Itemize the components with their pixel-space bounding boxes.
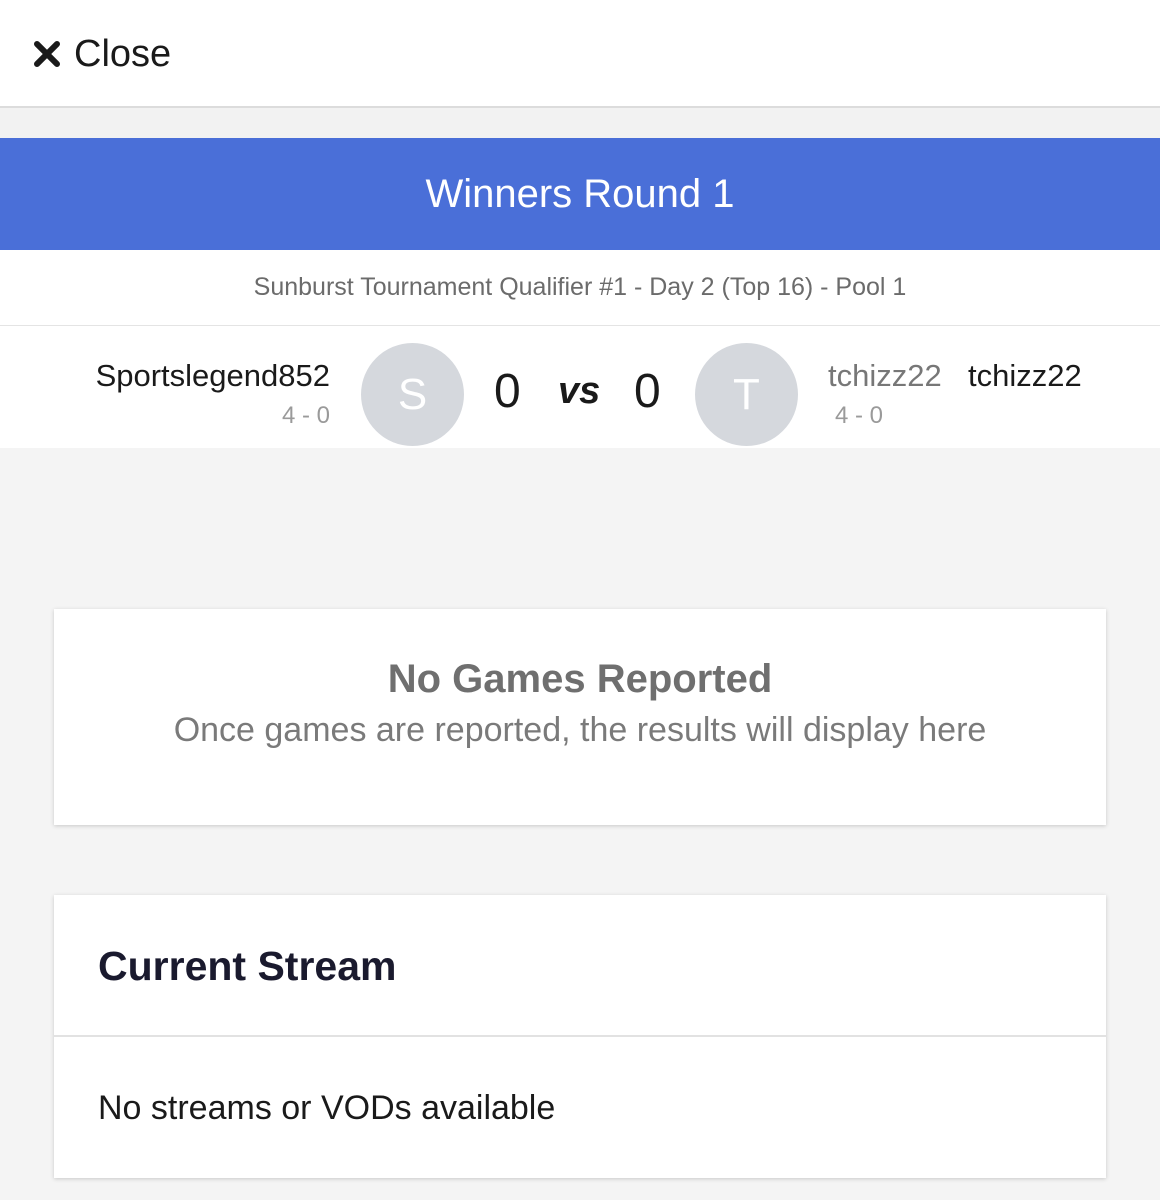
stream-empty-message: No streams or VODs available bbox=[98, 1089, 556, 1127]
stream-card: Current Stream No streams or VODs availa… bbox=[54, 895, 1106, 1178]
close-button[interactable]: Close bbox=[32, 30, 171, 78]
event-subtitle: Sunburst Tournament Qualifier #1 - Day 2… bbox=[253, 273, 907, 301]
player1-record: 4 - 0 bbox=[281, 402, 330, 429]
close-icon bbox=[34, 41, 60, 67]
stream-title: Current Stream bbox=[98, 943, 397, 989]
top-bar: Close bbox=[0, 0, 1160, 108]
player1-score: 0 bbox=[494, 365, 521, 418]
header-gap bbox=[0, 108, 1160, 138]
games-empty-title: No Games Reported bbox=[387, 657, 773, 701]
player1-avatar[interactable]: S bbox=[361, 343, 464, 446]
stream-card-header: Current Stream bbox=[54, 895, 1106, 1037]
player2-record: 4 - 0 bbox=[835, 402, 884, 429]
vs-label: vs bbox=[558, 370, 601, 412]
player1-name[interactable]: Sportslegend852 bbox=[96, 358, 330, 394]
player2-name[interactable]: tchizz22 bbox=[968, 358, 1082, 394]
games-empty-message: Once games are reported, the results wil… bbox=[173, 711, 987, 749]
close-label: Close bbox=[74, 32, 172, 75]
player2-tag: tchizz22 bbox=[828, 358, 942, 393]
player2-avatar[interactable]: T bbox=[695, 343, 798, 446]
event-subtitle-bar: Sunburst Tournament Qualifier #1 - Day 2… bbox=[0, 250, 1160, 326]
player2-score: 0 bbox=[634, 365, 661, 418]
games-card: No Games Reported Once games are reporte… bbox=[54, 609, 1106, 825]
round-title: Winners Round 1 bbox=[425, 171, 735, 216]
round-banner: Winners Round 1 bbox=[0, 138, 1160, 250]
match-row: Sportslegend852 4 - 0 S 0 vs 0 T tchizz2… bbox=[0, 326, 1160, 448]
